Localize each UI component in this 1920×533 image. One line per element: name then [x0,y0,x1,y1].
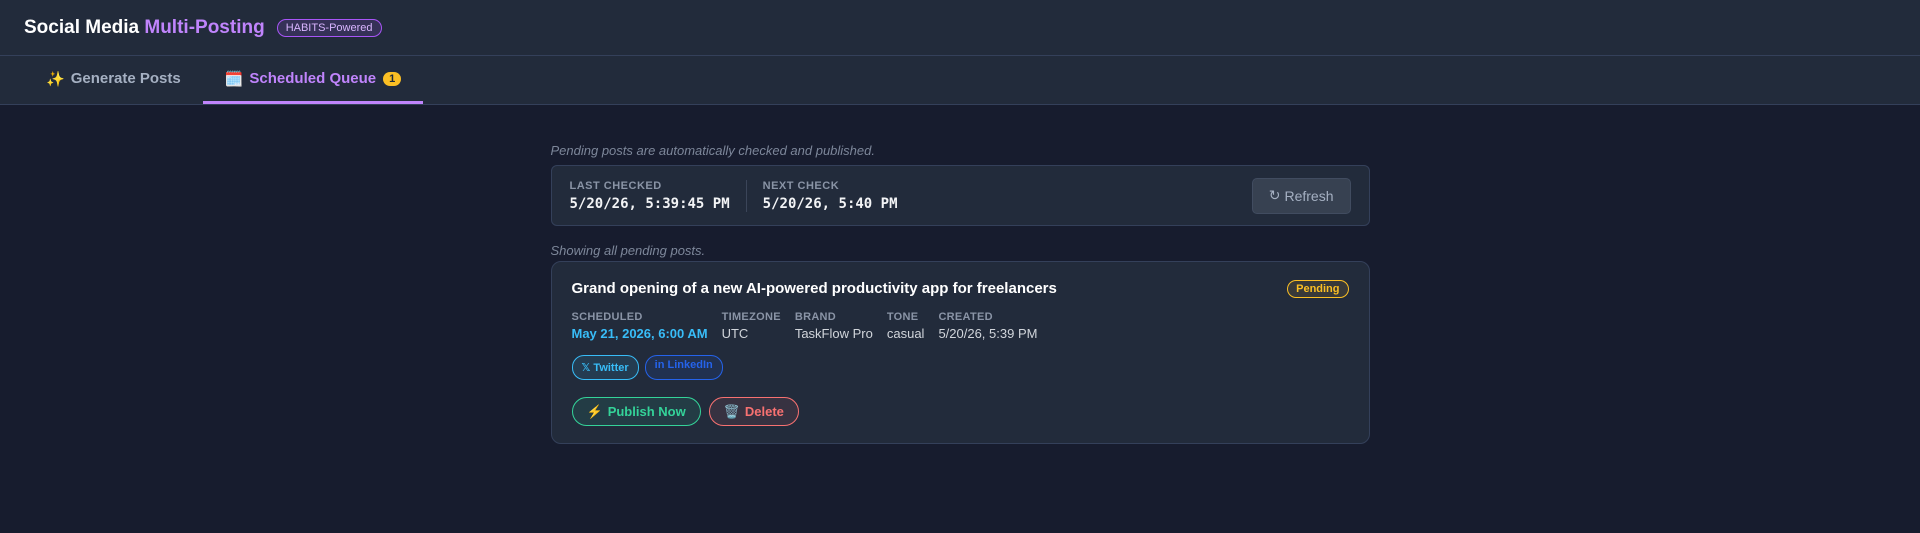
timezone-value: UTC [721,326,749,341]
queue-count-badge: 1 [383,71,402,86]
scheduled-value: May 21, 2026, 6:00 AM [571,326,708,341]
trash-icon: 🗑️ [723,403,740,419]
publish-now-button[interactable]: ⚡ Publish Now [571,397,701,426]
showing-note: Showing all pending posts. [550,243,706,258]
meta-label: CREATED [938,311,993,323]
app-title-accent: Multi-Posting [144,16,265,38]
delete-label: Delete [744,404,784,419]
tab-label: Scheduled Queue [249,70,377,87]
app-title: Social Media Multi-Posting [24,17,265,39]
last-checked-label: LAST CHECKED [569,179,662,192]
tab-scheduled-queue[interactable]: 🗓️ Scheduled Queue 1 [202,56,424,104]
sparkles-icon: ✨ [46,70,65,88]
meta-created: CREATED 5/20/26, 5:39 PM [938,311,1037,341]
status-badge: Pending [1287,280,1349,298]
meta-label: SCHEDULED [571,311,643,323]
post-actions: ⚡ Publish Now 🗑️ Delete [571,397,1349,426]
refresh-label: Refresh [1284,187,1334,204]
next-check: NEXT CHECK 5/20/26, 5:40 PM [745,179,914,212]
tab-bar: ✨ Generate Posts 🗓️ Scheduled Queue 1 [0,56,1920,105]
last-checked: LAST CHECKED 5/20/26, 5:39:45 PM [570,180,746,212]
brand-value: TaskFlow Pro [794,326,873,341]
app-title-main: Social Media [24,16,145,38]
created-value: 5/20/26, 5:39 PM [938,326,1038,341]
meta-tone: TONE casual [887,311,925,341]
tab-generate-posts[interactable]: ✨ Generate Posts [24,56,203,104]
lightning-icon: ⚡ [586,403,603,419]
refresh-icon: ↻ [1268,187,1281,203]
next-check-label: NEXT CHECK [762,179,840,192]
habits-badge: HABITS-Powered [276,18,382,37]
delete-button[interactable]: 🗑️ Delete [708,397,799,426]
publish-now-label: Publish Now [607,404,686,419]
meta-label: TONE [886,311,919,323]
meta-scheduled: SCHEDULED May 21, 2026, 6:00 AM [572,311,708,341]
meta-timezone: TIMEZONE UTC [722,311,781,341]
platform-chips: 𝕏 Twitter in LinkedIn [571,355,1349,380]
calendar-icon: 🗓️ [224,70,244,88]
meta-label: BRAND [794,311,837,323]
platform-chip-linkedin[interactable]: in LinkedIn [644,355,723,380]
post-meta: SCHEDULED May 21, 2026, 6:00 AM TIMEZONE… [572,311,1349,341]
check-status-box: LAST CHECKED 5/20/26, 5:39:45 PM NEXT CH… [550,165,1370,226]
next-check-value: 5/20/26, 5:40 PM [762,195,898,212]
refresh-button[interactable]: ↻ Refresh [1251,177,1351,214]
queue-panel: Pending posts are automatically checked … [550,143,1370,444]
platform-chip-twitter[interactable]: 𝕏 Twitter [571,355,639,380]
tone-value: casual [886,326,925,341]
meta-brand: BRAND TaskFlow Pro [795,311,873,341]
post-title: Grand opening of a new AI-powered produc… [571,280,1057,297]
last-checked-value: 5/20/26, 5:39:45 PM [569,195,730,212]
auto-publish-note: Pending posts are automatically checked … [550,143,876,158]
post-card: Grand opening of a new AI-powered produc… [550,261,1370,444]
app-header: Social Media Multi-Posting HABITS-Powere… [0,0,1920,56]
meta-label: TIMEZONE [721,311,781,323]
tab-label: Generate Posts [70,70,181,87]
